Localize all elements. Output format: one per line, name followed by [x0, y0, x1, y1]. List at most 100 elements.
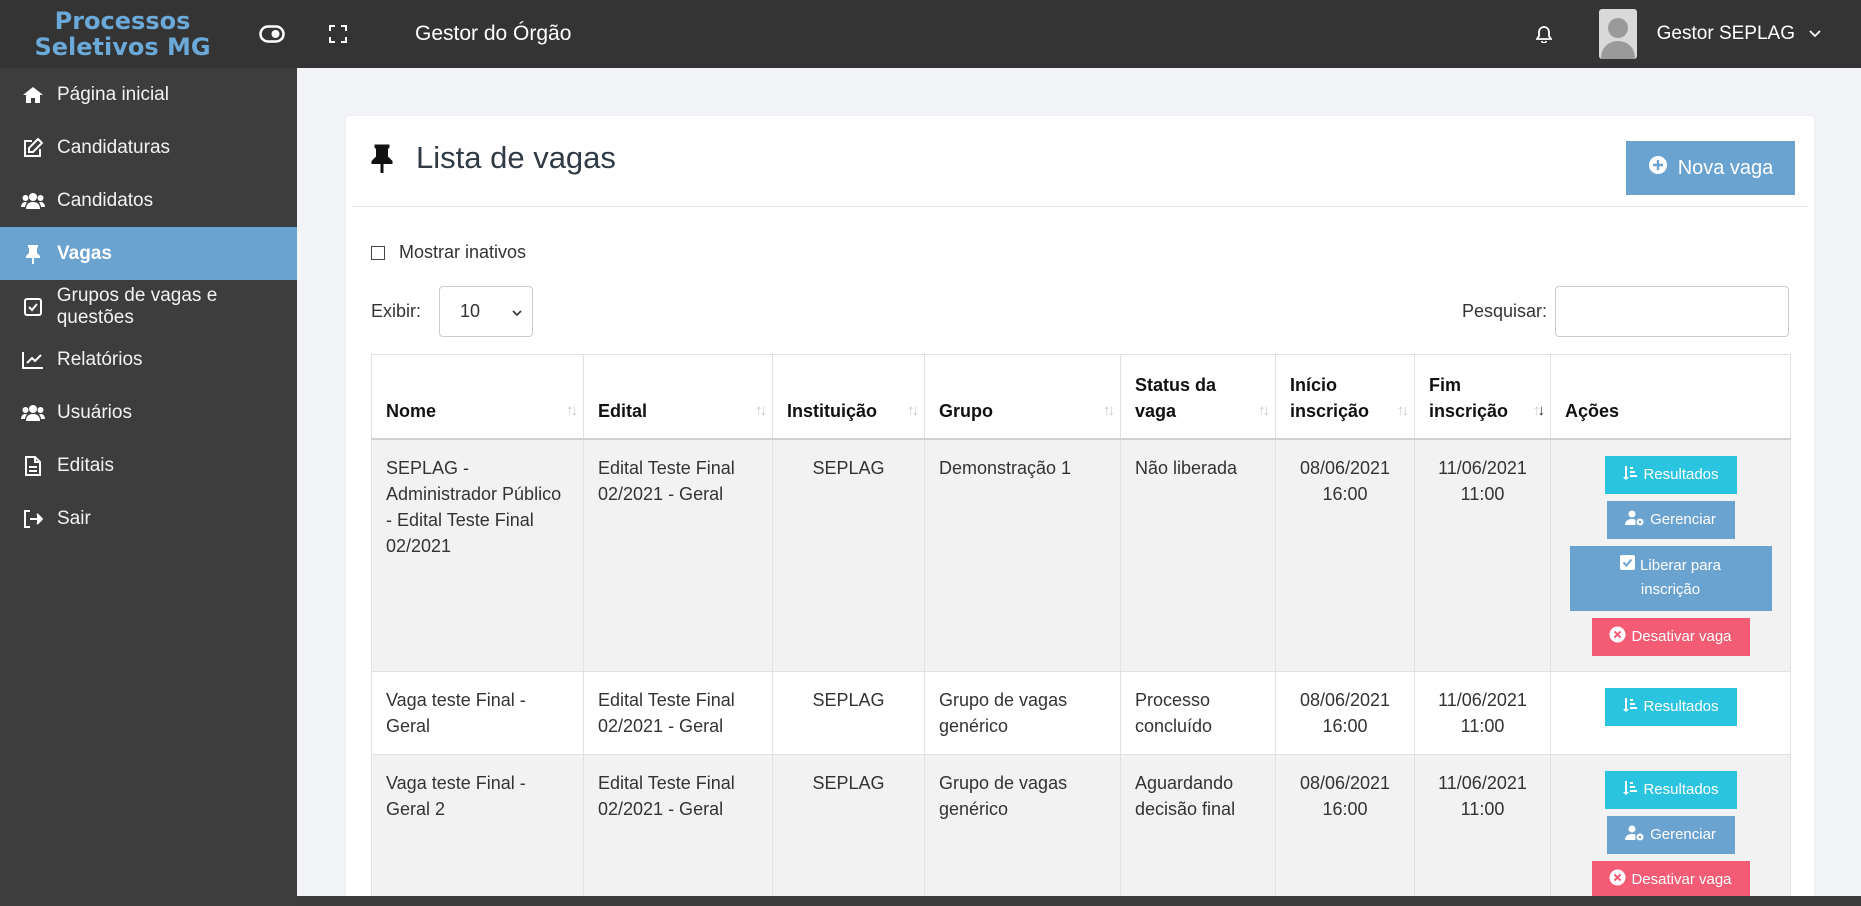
checkbox-icon: [20, 294, 46, 320]
home-icon: [20, 82, 46, 108]
cell-instituicao: SEPLAG: [772, 438, 925, 672]
sort-icon: ↑↓: [1258, 401, 1270, 419]
cell-fim: 11/06/2021 11:00: [1414, 753, 1551, 906]
cell-status: Aguardando decisão final: [1120, 753, 1276, 906]
sort-icon: ↑↓: [1397, 401, 1409, 419]
resultados-button[interactable]: Resultados: [1604, 455, 1737, 494]
sort-amount-icon: [1622, 697, 1638, 717]
table-header-row: Nome ↑↓ Edital ↑↓ Instituição ↑↓ Grupo ↑↓ St…: [371, 354, 1791, 440]
sidebar-item-candidaturas[interactable]: Candidaturas: [0, 121, 297, 174]
cell-fim: 11/06/2021 11:00: [1414, 438, 1551, 672]
sidebar-item-label: Sair: [57, 507, 91, 529]
sidebar-item-label: Editais: [57, 454, 115, 476]
resultados-button[interactable]: Resultados: [1604, 687, 1737, 726]
cell-inicio: 08/06/2021 16:00: [1275, 670, 1415, 755]
cell-status: Processo concluído: [1120, 670, 1276, 755]
resultados-button[interactable]: Resultados: [1604, 770, 1737, 809]
user-name[interactable]: Gestor SEPLAG: [1657, 23, 1795, 45]
column-header-edital[interactable]: Edital ↑↓: [583, 354, 773, 440]
avatar[interactable]: [1598, 9, 1637, 59]
desativar-vaga-button[interactable]: Desativar vaga: [1591, 617, 1750, 656]
sidebar-item-label: Página inicial: [57, 83, 169, 105]
page-length-label: Exibir:: [371, 301, 422, 321]
show-inactive-row: Mostrar inativos: [371, 242, 526, 263]
gerenciar-button[interactable]: Gerenciar: [1606, 500, 1735, 539]
liberar-inscricao-button[interactable]: Liberar para inscrição: [1569, 545, 1772, 611]
user-cog-icon: [1625, 510, 1645, 530]
top-bar: Processos Seletivos MG Gestor do Órgão G…: [0, 0, 1861, 68]
sidebar-item-relatorios[interactable]: Relatórios: [0, 333, 297, 386]
cell-grupo: Demonstração 1: [924, 438, 1121, 672]
plus-circle-icon: [1648, 155, 1668, 181]
cell-edital: Edital Teste Final 02/2021 - Geral: [583, 438, 773, 672]
sidebar-item-label: Usuários: [57, 401, 132, 423]
times-circle-icon: [1609, 869, 1626, 890]
vagas-card: Lista de vagas Nova vaga Mostrar inativo…: [346, 116, 1814, 906]
cell-instituicao: SEPLAG: [772, 670, 925, 755]
sidebar-item-candidatos[interactable]: Candidatos: [0, 174, 297, 227]
page-title: Lista de vagas: [416, 140, 616, 175]
users-icon: [20, 400, 46, 426]
cell-grupo: Grupo de vagas genérico: [924, 753, 1121, 906]
cell-status: Não liberada: [1120, 438, 1276, 672]
column-header-fim[interactable]: Fim inscrição ↑↓: [1414, 354, 1551, 440]
document-icon: [20, 453, 46, 479]
sidebar-item-sair[interactable]: Sair: [0, 492, 297, 545]
gerenciar-button[interactable]: Gerenciar: [1606, 815, 1735, 854]
column-header-inicio[interactable]: Início inscrição ↑↓: [1275, 354, 1415, 440]
table-row: SEPLAG - Administrador Público - Edital …: [371, 438, 1791, 672]
sort-icon: ↑↓: [907, 401, 919, 419]
horizontal-scrollbar[interactable]: [297, 896, 1861, 906]
cell-acoes: Resultados: [1550, 670, 1791, 755]
table-row: Vaga teste Final - Geral Edital Teste Fi…: [371, 670, 1791, 755]
sidebar-item-label: Candidaturas: [57, 136, 171, 158]
sidebar-item-pagina-inicial[interactable]: Página inicial: [0, 68, 297, 121]
sort-amount-icon: [1622, 465, 1638, 485]
cell-nome: Vaga teste Final - Geral 2: [371, 753, 584, 906]
logo-line-2: Seletivos MG: [34, 33, 211, 61]
page-title-row: Lista de vagas: [370, 140, 616, 176]
column-header-instituicao[interactable]: Instituição ↑↓: [772, 354, 925, 440]
edit-icon: [20, 135, 46, 161]
sidebar-item-vagas[interactable]: Vagas: [0, 227, 297, 280]
table-row: Vaga teste Final - Geral 2 Edital Teste …: [371, 753, 1791, 906]
column-header-grupo[interactable]: Grupo ↑↓: [924, 354, 1121, 440]
page-context-title: Gestor do Órgão: [415, 22, 572, 45]
sidebar-item-grupos[interactable]: Grupos de vagas e questões: [0, 280, 297, 333]
sort-icon: ↑↓: [755, 401, 767, 419]
times-circle-icon: [1609, 626, 1626, 647]
fullscreen-icon[interactable]: [323, 19, 353, 49]
logo-line-1: Processos: [54, 7, 191, 35]
nova-vaga-button[interactable]: Nova vaga: [1626, 141, 1795, 195]
sidebar-item-label: Grupos de vagas e questões: [56, 284, 218, 328]
page-length-select[interactable]: 10: [439, 286, 534, 337]
cell-acoes: Resultados Gerenciar Desativar vaga: [1550, 753, 1791, 906]
sidebar-item-label: Candidatos: [57, 189, 154, 211]
sidebar-item-usuarios[interactable]: Usuários: [0, 386, 297, 439]
cell-nome: SEPLAG - Administrador Público - Edital …: [371, 438, 584, 672]
page-length-value: 10: [460, 301, 481, 321]
app-logo[interactable]: Processos Seletivos MG: [0, 8, 245, 60]
search-input[interactable]: [1555, 286, 1789, 337]
chevron-down-icon: [512, 301, 522, 322]
check-square-icon: [1620, 554, 1636, 578]
users-icon: [20, 188, 46, 214]
column-header-status[interactable]: Status da vaga ↑↓: [1120, 354, 1276, 440]
chevron-down-icon[interactable]: [1809, 25, 1821, 43]
vagas-table: Nome ↑↓ Edital ↑↓ Instituição ↑↓ Grupo ↑↓ St…: [371, 354, 1791, 906]
column-header-acoes: Ações: [1550, 354, 1791, 440]
show-inactive-label[interactable]: Mostrar inativos: [399, 242, 526, 263]
pin-icon: [370, 143, 394, 173]
desativar-vaga-button[interactable]: Desativar vaga: [1591, 860, 1750, 899]
page-length-control: Exibir: 10: [371, 286, 534, 337]
sidebar-item-editais[interactable]: Editais: [0, 439, 297, 492]
search-label: Pesquisar:: [1461, 301, 1547, 321]
show-inactive-checkbox[interactable]: [371, 245, 385, 260]
bell-icon[interactable]: [1529, 19, 1559, 49]
toggle-sidebar-icon[interactable]: [257, 19, 287, 49]
column-header-nome[interactable]: Nome ↑↓: [371, 354, 584, 440]
sort-desc-icon: ↑↓: [1533, 401, 1545, 419]
cell-nome: Vaga teste Final - Geral: [371, 670, 584, 755]
cell-inicio: 08/06/2021 16:00: [1275, 753, 1415, 906]
search-control: Pesquisar:: [1462, 286, 1789, 337]
